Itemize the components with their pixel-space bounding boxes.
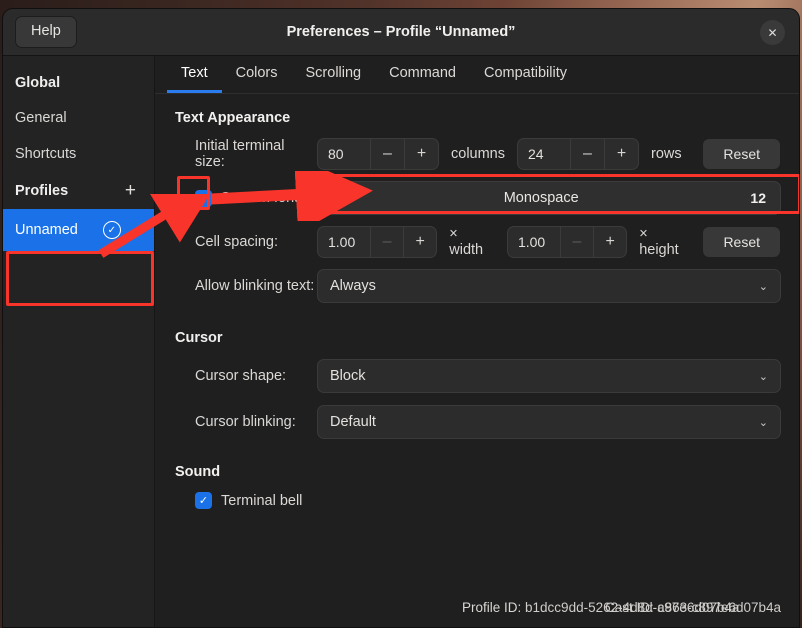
close-icon[interactable]: ✕ [760, 20, 785, 45]
cursor-shape-value: Block [330, 368, 366, 384]
allow-blinking-text-value: Always [330, 278, 376, 294]
window-body: Global General Shortcuts Profiles + Unna… [3, 56, 799, 627]
help-button[interactable]: Help [15, 16, 77, 48]
cell-width-decrement-button[interactable]: – [370, 227, 403, 257]
sidebar-item-profile-unnamed[interactable]: Unnamed ✓ ⌄ [3, 209, 154, 251]
profile-id-value-wrap: b1dcc9dd-5262-4d8d-a863-c897e6d07b4a Cas… [525, 600, 781, 615]
cell-height-decrement-button[interactable]: – [559, 227, 593, 257]
row-allow-blinking-text: Allow blinking text: Always ⌄ [175, 268, 781, 304]
cursor-blinking-select[interactable]: Default ⌄ [317, 405, 781, 439]
rows-stepper[interactable]: 24 – + [517, 138, 639, 170]
columns-increment-button[interactable]: + [404, 139, 438, 169]
columns-unit-label: columns [451, 146, 505, 162]
label-cursor-shape: Cursor shape: [195, 368, 287, 384]
allow-blinking-text-select[interactable]: Always ⌄ [317, 269, 781, 303]
sidebar-item-general[interactable]: General [3, 100, 154, 136]
sidebar-heading-profiles: Profiles + [3, 172, 154, 209]
profile-selected-check-icon: ✓ [102, 221, 121, 239]
cursor-shape-select[interactable]: Block ⌄ [317, 359, 781, 393]
section-heading-cursor: Cursor [175, 330, 223, 346]
cell-width-unit-label: × width [449, 226, 484, 258]
custom-font-size: 12 [750, 190, 766, 206]
cell-height-stepper[interactable]: 1.00 – + [506, 226, 628, 258]
terminal-bell-label: Terminal bell [221, 492, 303, 509]
row-terminal-bell: ✓ Terminal bell [175, 492, 781, 509]
window-header-bar: Help Preferences – Profile “Unnamed” ✕ [3, 9, 799, 56]
section-heading-sound: Sound [175, 464, 221, 480]
add-profile-icon[interactable]: + [125, 181, 136, 200]
cell-width-stepper[interactable]: 1.00 – + [317, 226, 438, 258]
cell-height-increment-button[interactable]: + [593, 227, 626, 257]
sidebar: Global General Shortcuts Profiles + Unna… [3, 56, 155, 627]
rows-decrement-button[interactable]: – [570, 139, 604, 169]
rows-value[interactable]: 24 [518, 139, 570, 169]
row-initial-terminal-size: Initial terminal size: 80 – + columns 24… [175, 138, 781, 170]
custom-font-checkbox[interactable]: ✓ [195, 189, 212, 207]
profile-menu-chevron-down-icon[interactable]: ⌄ [135, 224, 144, 237]
custom-font-button[interactable]: Monospace 12 [317, 181, 781, 215]
label-cursor-blinking: Cursor blinking: [195, 414, 296, 430]
cell-width-increment-button[interactable]: + [403, 227, 436, 257]
profile-id-label: Profile ID: [461, 600, 522, 615]
label-cell-spacing: Cell spacing: [195, 234, 279, 250]
columns-value[interactable]: 80 [318, 139, 370, 169]
rows-increment-button[interactable]: + [604, 139, 638, 169]
text-settings-pane: Text Appearance Initial terminal size: 8… [155, 94, 799, 627]
row-cursor-blinking: Cursor blinking: Default ⌄ [175, 404, 781, 440]
window-title: Preferences – Profile “Unnamed” [286, 24, 516, 40]
reset-cell-spacing-button[interactable]: Reset [702, 226, 782, 258]
profile-id-overlap-text: Cast ID: c97e6d07b4a [605, 600, 740, 615]
label-custom-font: ✓ Custom font: [175, 189, 317, 207]
sidebar-item-shortcuts[interactable]: Shortcuts [3, 136, 154, 172]
row-custom-font: ✓ Custom font: Monospace 12 [175, 180, 781, 216]
label-allow-blinking-text: Allow blinking text: [195, 278, 315, 294]
tab-command[interactable]: Command [375, 57, 470, 93]
tab-compatibility[interactable]: Compatibility [470, 57, 581, 93]
row-cursor-shape: Cursor shape: Block ⌄ [175, 358, 781, 394]
chevron-down-icon: ⌄ [758, 370, 768, 383]
columns-stepper[interactable]: 80 – + [317, 138, 439, 170]
content-area: Text Colors Scrolling Command Compatibil… [155, 56, 799, 627]
terminal-bell-checkbox[interactable]: ✓ [195, 492, 212, 509]
tab-bar: Text Colors Scrolling Command Compatibil… [155, 56, 799, 94]
row-cell-spacing: Cell spacing: 1.00 – + × width 1.00 – + … [175, 226, 782, 258]
cell-height-value[interactable]: 1.00 [508, 227, 560, 257]
reset-terminal-size-button[interactable]: Reset [702, 138, 781, 170]
chevron-down-icon: ⌄ [758, 280, 768, 293]
profile-id-footer: Profile ID: b1dcc9dd-5262-4d8d-a863-c897… [462, 600, 781, 615]
tab-text[interactable]: Text [167, 57, 222, 93]
cursor-blinking-value: Default [330, 414, 376, 430]
section-heading-text-appearance: Text Appearance [175, 110, 291, 126]
cell-width-value[interactable]: 1.00 [318, 227, 370, 257]
custom-font-name: Monospace [503, 190, 579, 206]
sidebar-profiles-label: Profiles [15, 182, 69, 199]
chevron-down-icon: ⌄ [758, 416, 768, 429]
preferences-window: Help Preferences – Profile “Unnamed” ✕ G… [2, 8, 800, 628]
cell-height-unit-label: × height [639, 226, 679, 258]
label-initial-terminal-size: Initial terminal size: [195, 138, 285, 170]
tab-colors[interactable]: Colors [222, 57, 292, 93]
custom-font-label-text: Custom font: [220, 190, 303, 206]
sidebar-heading-global: Global [15, 75, 61, 91]
tab-scrolling[interactable]: Scrolling [292, 57, 376, 93]
columns-decrement-button[interactable]: – [370, 139, 404, 169]
rows-unit-label: rows [651, 146, 682, 162]
profile-name-label: Unnamed [15, 222, 78, 238]
